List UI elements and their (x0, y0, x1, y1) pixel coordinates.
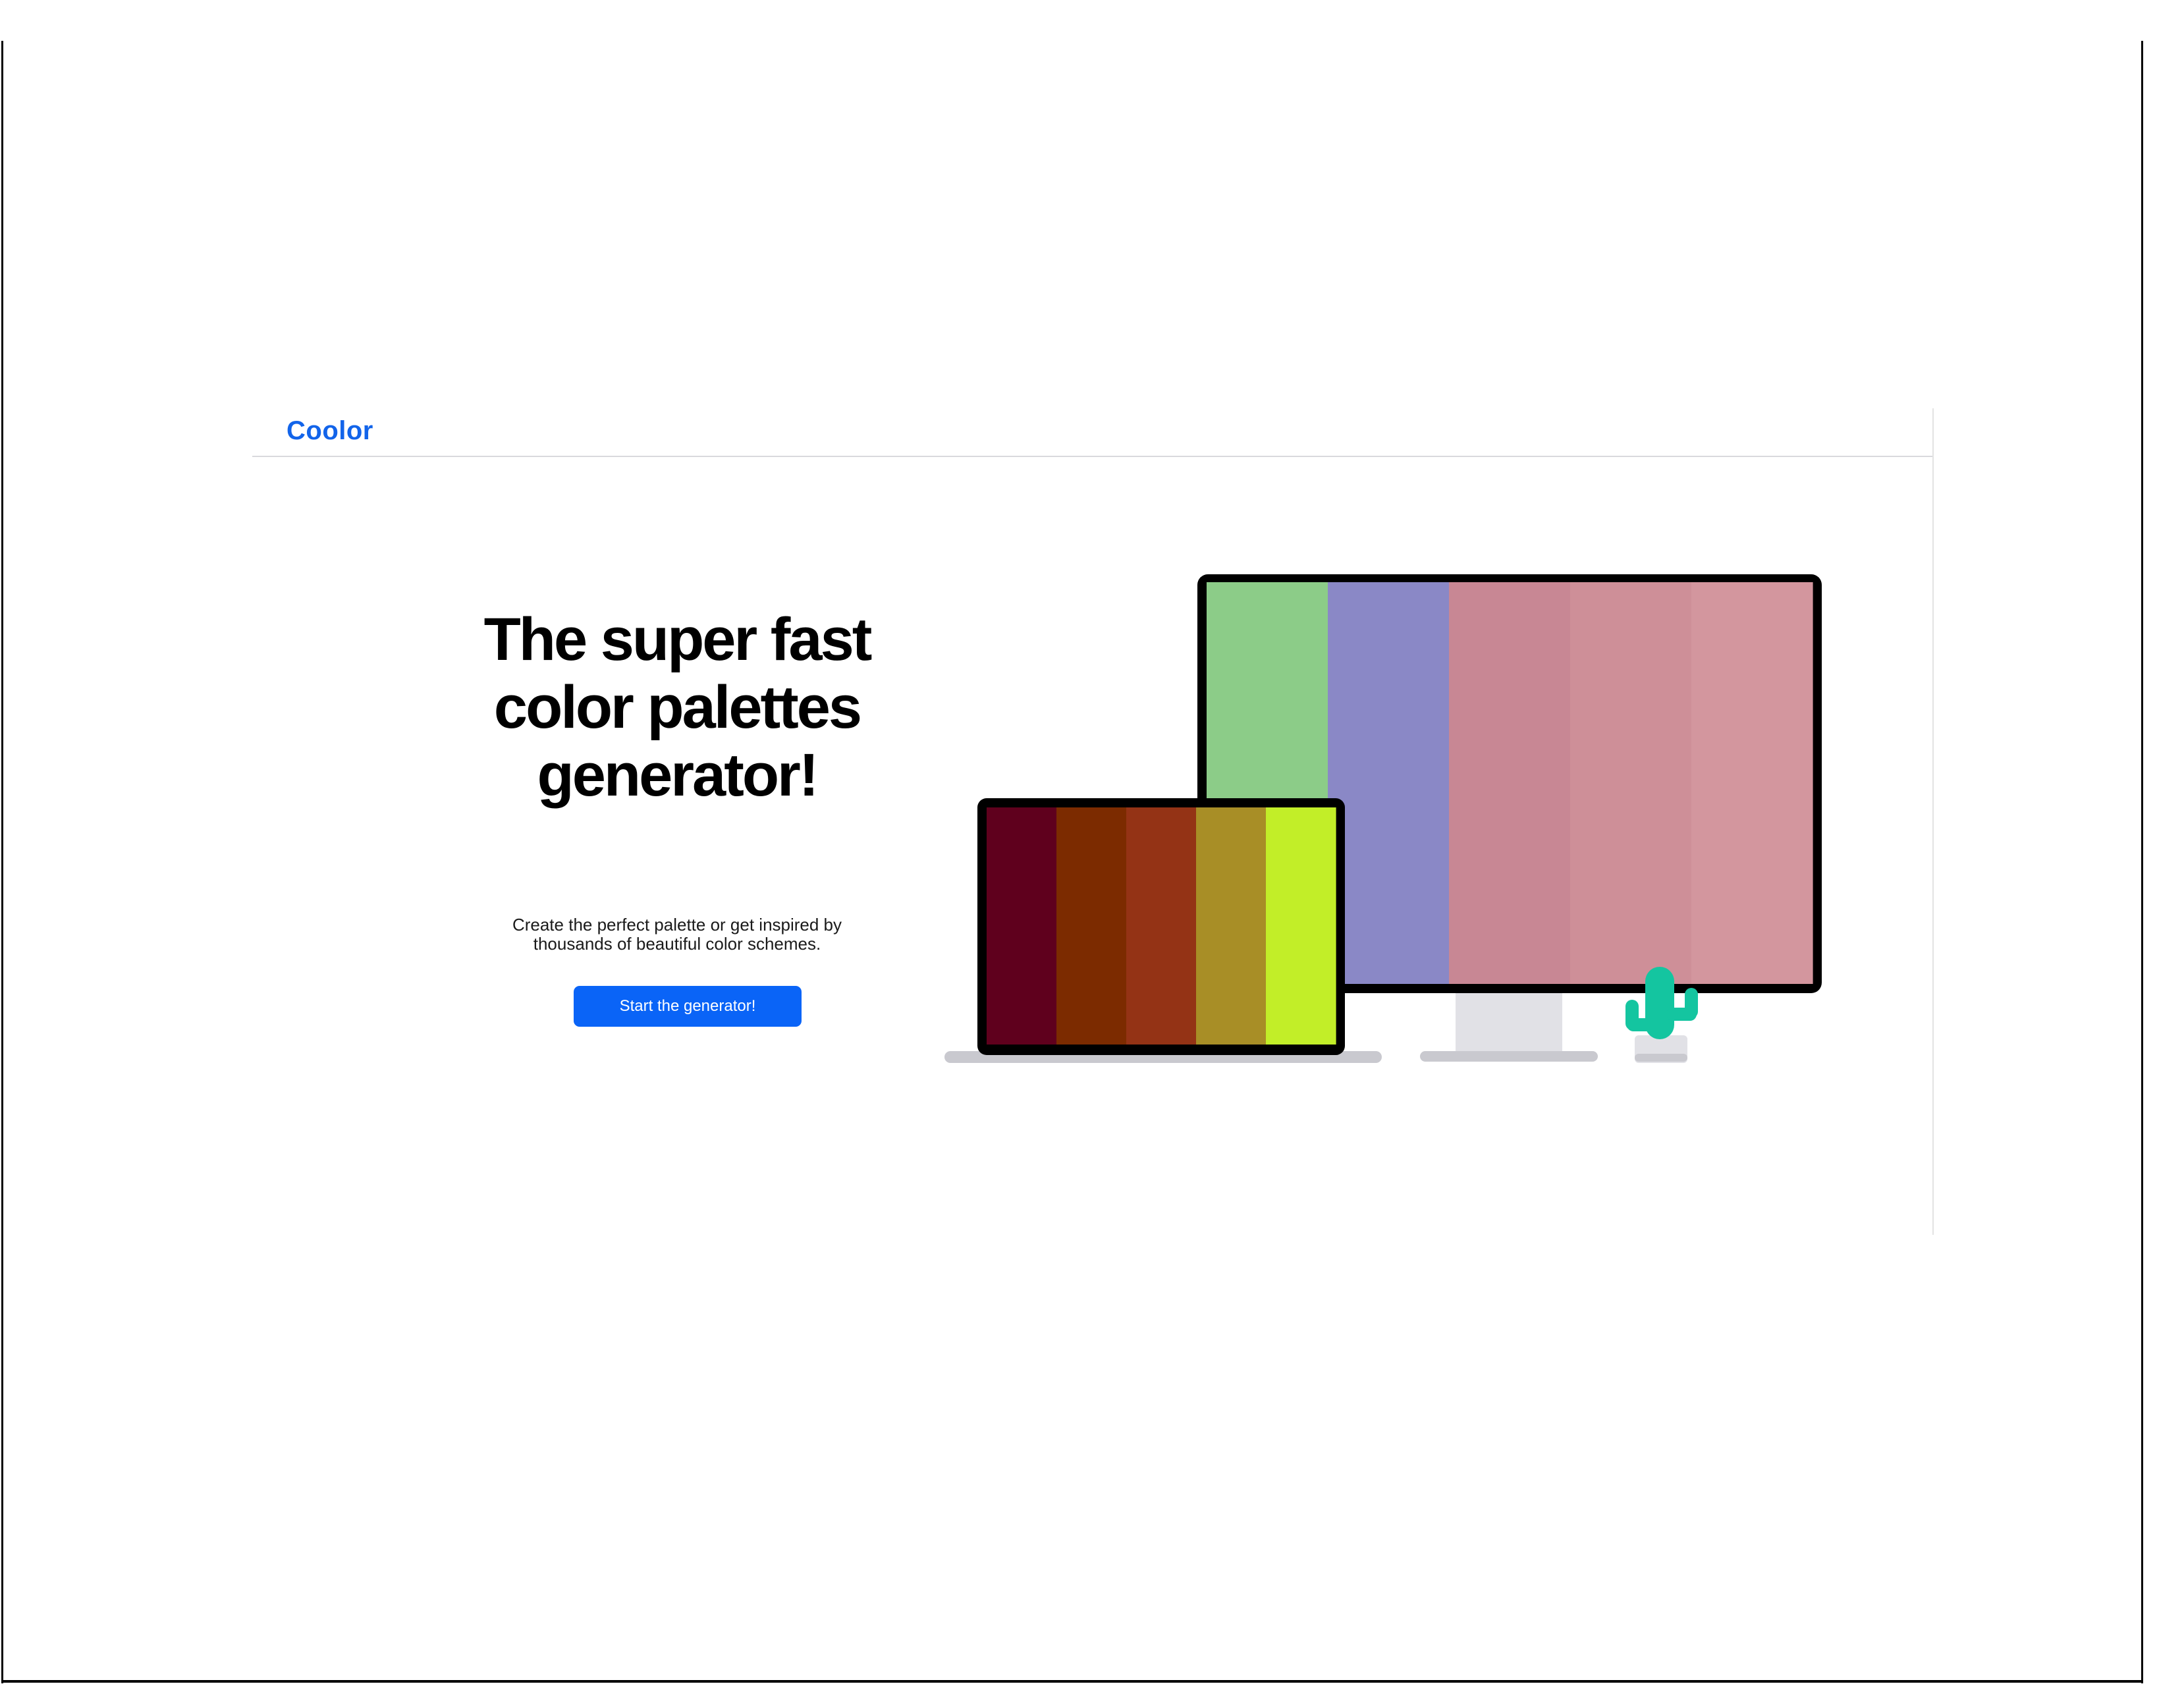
hero-subtitle: Create the perfect palette or get inspir… (512, 915, 842, 954)
app-right-edge (1932, 408, 1934, 1235)
page-frame-left (1, 41, 3, 1683)
logo-link[interactable]: Coolor (287, 416, 373, 446)
page-frame-bottom (1, 1680, 2143, 1683)
app-viewport: Coolor The super fast color palettes gen… (252, 408, 1934, 1235)
start-generator-button[interactable]: Start the generator! (574, 986, 802, 1027)
page-frame-right (2141, 41, 2143, 1683)
hero-title: The super fast color palettes generator! (483, 606, 873, 809)
navbar: Coolor (252, 408, 1934, 457)
